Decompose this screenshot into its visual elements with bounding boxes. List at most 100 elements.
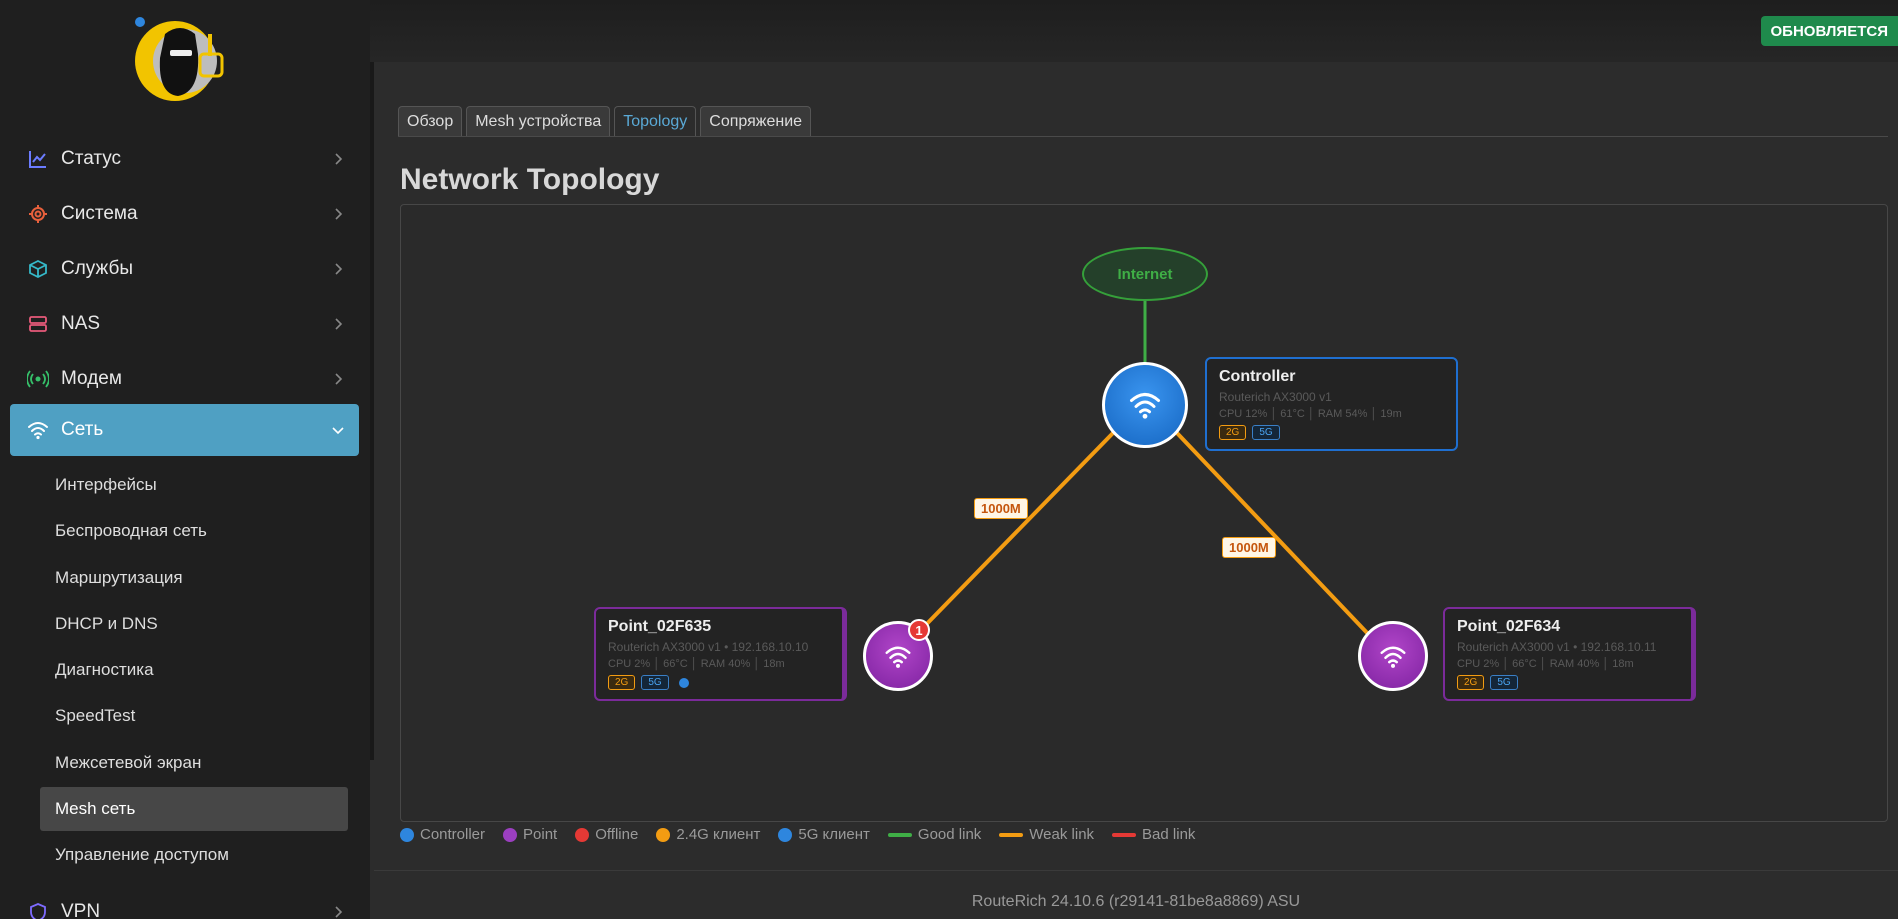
legend-swatch: [778, 827, 793, 842]
sidebar-item-nas[interactable]: NAS: [10, 298, 359, 350]
page-title: Network Topology: [400, 163, 660, 196]
sidebar-item-status[interactable]: Статус: [10, 133, 359, 185]
sidebar-item-label: Статус: [61, 148, 122, 169]
controller-node[interactable]: [1102, 362, 1188, 448]
status-badge: ОБНОВЛЯЕТСЯ: [1760, 16, 1898, 46]
wifi-icon: [1380, 646, 1406, 668]
legend-label: Controller: [420, 826, 486, 843]
sidebar-item-network[interactable]: Сеть: [10, 404, 359, 456]
tab-topology[interactable]: Topology: [614, 106, 697, 136]
legend-swatch: [575, 827, 590, 842]
legend-label: Weak link: [1029, 826, 1095, 843]
broadcast-icon: [27, 368, 49, 390]
legend-weak-link: Weak link: [999, 826, 1094, 843]
topology-canvas: Internet Controller Routerich AX3000 v1 …: [400, 204, 1888, 822]
brand-logo[interactable]: [130, 14, 240, 104]
footer-divider: [374, 870, 1898, 871]
wifi-icon: [27, 419, 49, 441]
subnav-wireless[interactable]: Беспроводная сеть: [40, 509, 348, 553]
band-5g-badge: 5G: [1490, 675, 1518, 690]
chevron-right-icon: [335, 906, 343, 918]
tab-divider: [398, 136, 1888, 137]
chevron-down-icon: [332, 427, 344, 435]
device-name: Point_02F634: [1457, 618, 1561, 635]
chevron-right-icon: [335, 208, 343, 220]
legend-swatch: [400, 827, 414, 842]
sidebar-item-label: Модем: [61, 368, 122, 389]
legend-offline: Offline: [575, 826, 638, 843]
chevron-right-icon: [335, 373, 343, 385]
client-count-badge: 1: [908, 619, 930, 641]
link-controller-point-1[interactable]: [912, 431, 1115, 639]
legend-swatch: [999, 832, 1024, 837]
cube-icon: [27, 258, 49, 280]
sidebar-item-vpn[interactable]: VPN: [10, 886, 359, 919]
footer-version: RouteRich 24.10.6 (r29141-81be8a8869) AS…: [971, 893, 1301, 910]
sidebar-item-label: VPN: [61, 901, 101, 919]
internet-node[interactable]: Internet: [1082, 247, 1208, 301]
subnav-diagnostics[interactable]: Диагностика: [40, 648, 348, 692]
subnav-access-control[interactable]: Управление доступом: [40, 833, 348, 877]
subnav-speedtest[interactable]: SpeedTest: [40, 694, 348, 738]
chevron-right-icon: [335, 318, 343, 330]
legend-swatch: [887, 832, 912, 837]
sidebar-item-services[interactable]: Службы: [10, 243, 359, 295]
legend-label: Good link: [917, 826, 982, 843]
device-name: Controller: [1219, 368, 1296, 385]
legend-label: Point: [523, 826, 558, 843]
device-model: Routerich AX3000 v1: [1219, 390, 1332, 404]
sidebar: Статус Система Службы NAS Модем Сеть Инт…: [0, 0, 370, 919]
band-2g-badge: 2G: [608, 675, 636, 690]
chevron-right-icon: [335, 153, 343, 165]
sidebar-item-label: Службы: [61, 258, 133, 279]
client-dot[interactable]: [678, 677, 689, 688]
sidebar-item-label: Сеть: [61, 419, 104, 440]
top-bar: ОБНОВЛЯЕТСЯ: [370, 0, 1898, 62]
legend-controller: Controller: [400, 826, 485, 843]
legend-point: Point: [503, 826, 557, 843]
link-speed-label: 1000M: [1222, 537, 1276, 558]
chevron-right-icon: [335, 263, 343, 275]
legend-24g-client: 2.4G клиент: [656, 826, 760, 843]
device-stats: CPU 2% │ 66°C │ RAM 40% │ 18m: [1457, 658, 1634, 670]
device-stats: CPU 2% │ 66°C │ RAM 40% │ 18m: [608, 658, 785, 670]
tab-mesh-devices[interactable]: Mesh устройства: [466, 106, 611, 136]
legend-good-link: Good link: [887, 826, 982, 843]
shield-icon: [27, 901, 49, 919]
device-name: Point_02F635: [608, 618, 712, 635]
sidebar-item-label: NAS: [61, 313, 101, 334]
tab-overview[interactable]: Обзор: [398, 106, 463, 136]
tab-bar: Обзор Mesh устройства Topology Сопряжени…: [398, 106, 812, 136]
point-node[interactable]: [1358, 621, 1428, 691]
subnav-mesh[interactable]: Mesh сеть: [40, 787, 348, 831]
band-2g-badge: 2G: [1219, 425, 1247, 440]
band-5g-badge: 5G: [1252, 425, 1280, 440]
legend-swatch: [1112, 832, 1137, 837]
band-5g-badge: 5G: [641, 675, 669, 690]
tab-pairing[interactable]: Сопряжение: [700, 106, 812, 136]
sidebar-item-system[interactable]: Система: [10, 188, 359, 240]
sidebar-item-modem[interactable]: Модем: [10, 353, 359, 405]
legend-5g-client: 5G клиент: [778, 826, 870, 843]
sidebar-item-label: Система: [61, 203, 138, 224]
point-card[interactable]: Point_02F634 Routerich AX3000 v1 • 192.1…: [1443, 607, 1696, 701]
device-stats: CPU 12% │ 61°C │ RAM 54% │ 19m: [1219, 408, 1402, 420]
controller-card[interactable]: Controller Routerich AX3000 v1 CPU 12% │…: [1205, 357, 1458, 451]
sidebar-scrollbar[interactable]: [370, 0, 374, 760]
subnav-interfaces[interactable]: Интерфейсы: [40, 463, 348, 507]
subnav-routing[interactable]: Маршрутизация: [40, 556, 348, 600]
device-model: Routerich AX3000 v1 • 192.168.10.10: [608, 640, 809, 654]
legend-swatch: [503, 827, 518, 842]
wifi-icon: [1130, 393, 1160, 419]
legend-label: 5G клиент: [798, 826, 870, 843]
subnav-firewall[interactable]: Межсетевой экран: [40, 741, 348, 785]
band-2g-badge: 2G: [1457, 675, 1485, 690]
point-card[interactable]: Point_02F635 Routerich AX3000 v1 • 192.1…: [594, 607, 847, 701]
link-controller-point-2[interactable]: [1175, 431, 1373, 639]
legend-label: 2.4G клиент: [676, 826, 761, 843]
chart-line-icon: [27, 148, 49, 170]
legend-swatch: [656, 827, 671, 842]
device-model: Routerich AX3000 v1 • 192.168.10.11: [1457, 640, 1657, 654]
topology-legend: Controller Point Offline 2.4G клиент 5G …: [400, 826, 1195, 843]
subnav-dhcp-dns[interactable]: DHCP и DNS: [40, 602, 348, 646]
